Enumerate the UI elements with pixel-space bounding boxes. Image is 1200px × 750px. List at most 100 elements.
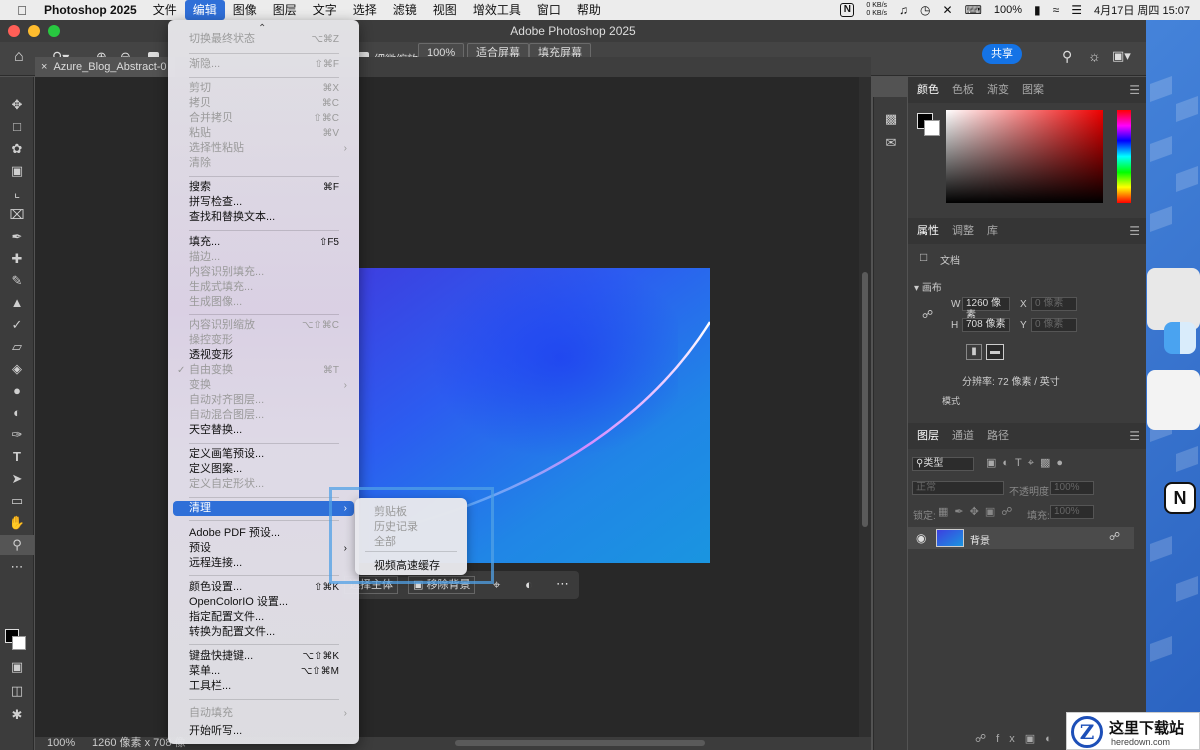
menu-item-convert-profile[interactable]: 转换为配置文件... xyxy=(168,625,359,640)
eyedropper-tool-icon[interactable]: ✒ xyxy=(0,227,34,247)
menu-item-sky-replacement[interactable]: 天空替换... xyxy=(168,423,359,438)
fill-field[interactable]: 100% xyxy=(1050,505,1094,519)
share-button[interactable]: 共享 xyxy=(982,44,1022,64)
search-icon[interactable]: ⚲ xyxy=(1062,48,1072,65)
screen-mode-icon[interactable]: ◫ xyxy=(0,681,34,701)
zoom-tool-active-icon[interactable]: ⚲ xyxy=(0,535,34,555)
close-tab-icon[interactable]: × xyxy=(41,61,47,73)
tab-gradients[interactable]: 渐变 xyxy=(982,77,1017,103)
apple-icon[interactable]:  xyxy=(0,3,44,18)
layer-name[interactable]: 背景 xyxy=(970,532,990,547)
menu-item-start-dictation[interactable]: 开始听写... xyxy=(168,724,359,739)
portrait-orientation-icon[interactable]: ▮ xyxy=(966,344,982,360)
tab-layers[interactable]: 图层 xyxy=(912,423,947,449)
stamp-tool-icon[interactable]: ▲ xyxy=(0,293,34,313)
frame-tool-icon[interactable]: ⌧ xyxy=(0,205,34,225)
menu-item-fill[interactable]: 填充... ⇧F5 xyxy=(168,235,359,250)
path-select-tool-icon[interactable]: ➤ xyxy=(0,469,34,489)
menu-item-puppet-warp[interactable]: 操控变形 xyxy=(168,333,359,348)
eraser-tool-icon[interactable]: ▱ xyxy=(0,337,34,357)
menubar-clock[interactable]: 4月17日 周四 15:07 xyxy=(1094,2,1190,18)
generative-icon[interactable]: ✱ xyxy=(0,705,34,725)
menu-item-clear[interactable]: 清除 xyxy=(168,156,359,171)
menu-item-cut[interactable]: 剪切 ⌘X xyxy=(168,81,359,96)
menu-item-transform[interactable]: 变换 › xyxy=(168,378,359,393)
layers-footer-icons[interactable]: ☍fx▣◐ xyxy=(975,732,1062,745)
menu-item-content-aware-fill[interactable]: 内容识别填充... xyxy=(168,265,359,280)
slash-icon[interactable]: ✕ xyxy=(943,3,953,17)
menu-file[interactable]: 文件 xyxy=(145,0,185,20)
vertical-scroll-thumb[interactable] xyxy=(862,272,868,527)
menu-item-define-pattern[interactable]: 定义图案... xyxy=(168,462,359,477)
lasso-tool-icon[interactable]: ✿ xyxy=(0,139,34,159)
layer-filter-dropdown[interactable]: ⚲类型 xyxy=(912,457,974,471)
tab-properties[interactable]: 属性 xyxy=(912,218,947,244)
canvas-height-field[interactable]: 708 像素 xyxy=(962,318,1010,332)
menu-type[interactable]: 文字 xyxy=(305,0,345,20)
zoom-window-button[interactable] xyxy=(48,25,60,37)
transform-icon[interactable]: ⌖ xyxy=(493,577,500,593)
tab-paths[interactable]: 路径 xyxy=(982,423,1017,449)
move-tool-icon[interactable]: ✥ xyxy=(0,95,34,115)
menu-item-stroke[interactable]: 描边... xyxy=(168,250,359,265)
canvas-section-toggle[interactable]: ▾ 画布 xyxy=(914,279,942,294)
horizontal-scroll-thumb[interactable] xyxy=(455,740,705,746)
marquee-tool-icon[interactable]: □ xyxy=(0,117,34,137)
comments-panel-icon[interactable]: ✉ xyxy=(874,133,908,153)
layer-filter-icons[interactable]: ▣◐T⌖▩● xyxy=(986,456,1069,470)
adjust-icon[interactable]: ◐ xyxy=(525,577,533,592)
menu-item-toggle-last-state[interactable]: 切换最终状态 ⌥⌘Z xyxy=(168,32,359,47)
finder-icon[interactable] xyxy=(1164,322,1196,354)
panel-menu-icon[interactable]: ☰ xyxy=(1129,429,1140,443)
input-method-icon[interactable]: ⌨ xyxy=(965,3,982,17)
panel-menu-icon[interactable]: ☰ xyxy=(1129,224,1140,238)
menu-item-toolbar[interactable]: 工具栏... xyxy=(168,679,359,694)
vertical-scrollbar[interactable] xyxy=(859,77,871,737)
color-panel-background[interactable] xyxy=(924,120,940,136)
tab-adjustments[interactable]: 调整 xyxy=(947,218,982,244)
control-center-icon[interactable]: ☰ xyxy=(1071,3,1082,17)
hand-tool-icon[interactable]: ✋ xyxy=(0,513,34,533)
menu-item-paste-special[interactable]: 选择性粘贴 › xyxy=(168,141,359,156)
menu-filter[interactable]: 滤镜 xyxy=(385,0,425,20)
menu-item-paste[interactable]: 粘贴 ⌘V xyxy=(168,126,359,141)
paint-bucket-tool-icon[interactable]: ◈ xyxy=(0,359,34,379)
menu-item-spell-check[interactable]: 拼写检查... xyxy=(168,195,359,210)
link-icon[interactable]: ☍ xyxy=(922,308,933,321)
dodge-tool-icon[interactable]: ◐ xyxy=(0,403,34,423)
menu-item-copy[interactable]: 拷贝 ⌘C xyxy=(168,96,359,111)
close-window-button[interactable] xyxy=(8,25,20,37)
rectangle-tool-icon[interactable]: ▭ xyxy=(0,491,34,511)
app-menu-photoshop[interactable]: Photoshop 2025 xyxy=(44,3,145,17)
tab-patterns[interactable]: 图案 xyxy=(1017,77,1052,103)
notion-menubar-icon[interactable]: N xyxy=(840,3,855,17)
type-tool-icon[interactable]: T xyxy=(0,447,34,467)
tab-color[interactable]: 颜色 xyxy=(912,77,947,103)
menu-image[interactable]: 图像 xyxy=(225,0,265,20)
menu-item-menus[interactable]: 菜单... ⌥⇧⌘M xyxy=(168,664,359,679)
visibility-eye-icon[interactable]: ◉ xyxy=(916,531,926,545)
menu-item-free-transform[interactable]: ✓ 自由变换 ⌘T xyxy=(168,363,359,378)
menu-item-generate-image[interactable]: 生成图像... xyxy=(168,295,359,310)
panel-menu-icon[interactable]: ☰ xyxy=(1129,83,1140,97)
menu-item-auto-align-layers[interactable]: 自动对齐图层... xyxy=(168,393,359,408)
battery-icon[interactable]: ▮ xyxy=(1034,3,1041,17)
lightbulb-icon[interactable]: ☼ xyxy=(1088,48,1101,64)
color-picker-field[interactable] xyxy=(946,110,1103,203)
landscape-orientation-icon[interactable]: ▬ xyxy=(986,344,1004,360)
object-select-tool-icon[interactable]: ▣ xyxy=(0,161,34,181)
minimize-window-button[interactable] xyxy=(28,25,40,37)
menu-item-search[interactable]: 搜索 ⌘F xyxy=(168,180,359,195)
menu-item-auto-blend-layers[interactable]: 自动混合图层... xyxy=(168,408,359,423)
tab-channels[interactable]: 通道 xyxy=(947,423,982,449)
menu-item-content-aware-scale[interactable]: 内容识别缩放 ⌥⇧⌘C xyxy=(168,318,359,333)
home-icon[interactable]: ⌂ xyxy=(14,48,24,66)
canvas-x-field[interactable]: 0 像素 xyxy=(1031,297,1077,311)
menu-item-opencolorio-settings[interactable]: OpenColorIO 设置... xyxy=(168,595,359,610)
canvas-y-field[interactable]: 0 像素 xyxy=(1031,318,1077,332)
menu-item-assign-profile[interactable]: 指定配置文件... xyxy=(168,610,359,625)
workspace-icon[interactable]: ▣▾ xyxy=(1112,48,1131,64)
brush-tool-icon[interactable]: ✎ xyxy=(0,271,34,291)
canvas-width-field[interactable]: 1260 像素 xyxy=(962,297,1010,321)
menu-window[interactable]: 窗口 xyxy=(529,0,569,20)
